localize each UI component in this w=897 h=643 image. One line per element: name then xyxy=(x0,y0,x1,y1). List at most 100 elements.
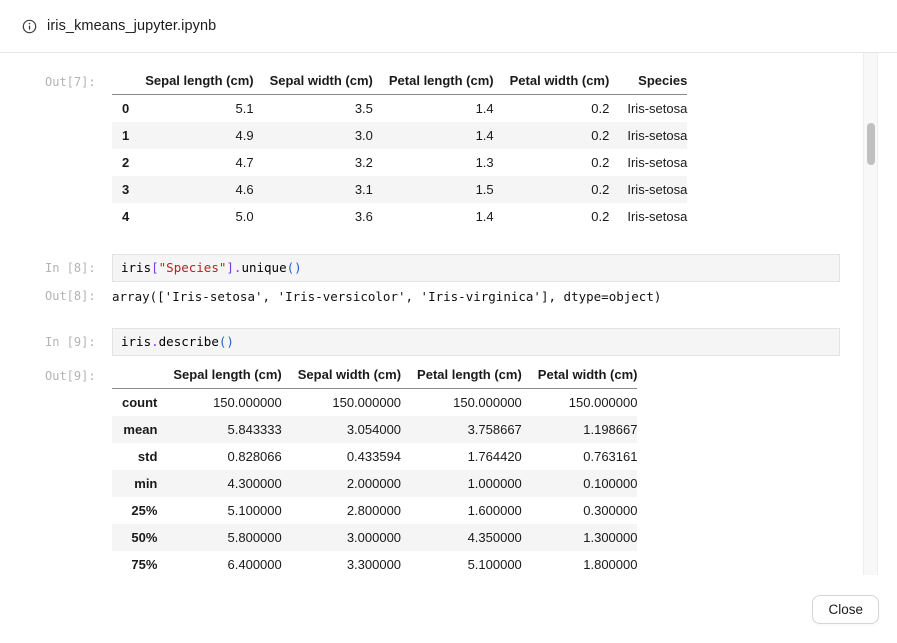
dialog-title: iris_kmeans_jupyter.ipynb xyxy=(47,18,216,34)
column-header: Sepal width (cm) xyxy=(282,362,401,389)
table-header-row: Sepal length (cm)Sepal width (cm)Petal l… xyxy=(112,68,687,95)
table-cell: 4.6 xyxy=(129,176,253,203)
row-index: 50% xyxy=(112,524,157,551)
table-cell: 0.2 xyxy=(494,95,610,123)
table-cell: 0.433594 xyxy=(282,443,401,470)
output-cell-9: Out[9]: Sepal length (cm)Sepal width (cm… xyxy=(45,362,897,575)
code-token-plain: iris xyxy=(121,334,151,349)
table-cell: Iris-setosa xyxy=(609,95,687,123)
table-cell: 2.000000 xyxy=(282,470,401,497)
row-index: count xyxy=(112,389,157,417)
table-cell: 0.828066 xyxy=(157,443,281,470)
code-input: iris.describe() xyxy=(112,328,840,356)
table-cell: 4.7 xyxy=(129,149,253,176)
table-row: 45.03.61.40.2Iris-setosa xyxy=(112,203,687,230)
table-cell: 1.4 xyxy=(373,122,494,149)
code-cell-8: In [8]: iris["Species"].unique() xyxy=(45,254,897,282)
column-header: Sepal width (cm) xyxy=(254,68,373,95)
table-cell: 3.6 xyxy=(254,203,373,230)
table-header-row: Sepal length (cm)Sepal width (cm)Petal l… xyxy=(112,362,637,389)
table-cell: 0.300000 xyxy=(522,497,638,524)
table-row: count150.000000150.000000150.000000150.0… xyxy=(112,389,637,417)
table-cell: 150.000000 xyxy=(522,389,638,417)
row-index: 0 xyxy=(112,95,129,123)
table-cell: 1.800000 xyxy=(522,551,638,575)
table-cell: 1.198667 xyxy=(522,416,638,443)
table-row: 34.63.11.50.2Iris-setosa xyxy=(112,176,687,203)
table-cell: 3.0 xyxy=(254,122,373,149)
table-cell: 5.0 xyxy=(129,203,253,230)
table-cell: 5.800000 xyxy=(157,524,281,551)
table-cell: 4.350000 xyxy=(401,524,522,551)
code-token-operator: . xyxy=(151,334,159,349)
code-token-bracket: [ xyxy=(151,260,159,275)
table-cell: 1.4 xyxy=(373,203,494,230)
dialog-header: iris_kmeans_jupyter.ipynb xyxy=(0,0,897,53)
table-cell: Iris-setosa xyxy=(609,122,687,149)
table-cell: 1.3 xyxy=(373,149,494,176)
table-cell: Iris-setosa xyxy=(609,149,687,176)
table-cell: 3.1 xyxy=(254,176,373,203)
table-cell: 5.100000 xyxy=(401,551,522,575)
code-token-plain: iris xyxy=(121,260,151,275)
close-button[interactable]: Close xyxy=(812,595,879,624)
code-token-plain: describe xyxy=(159,334,219,349)
dataframe-head-table: Sepal length (cm)Sepal width (cm)Petal l… xyxy=(112,68,687,230)
column-header: Petal width (cm) xyxy=(494,68,610,95)
table-cell: 150.000000 xyxy=(157,389,281,417)
dialog-footer: Close xyxy=(0,575,897,643)
table-cell: 3.2 xyxy=(254,149,373,176)
array-output-text: array(['Iris-setosa', 'Iris-versicolor',… xyxy=(112,288,661,305)
table-cell: 150.000000 xyxy=(401,389,522,417)
table-row: 25%5.1000002.8000001.6000000.300000 xyxy=(112,497,637,524)
table-row: 05.13.51.40.2Iris-setosa xyxy=(112,95,687,123)
table-cell: 0.763161 xyxy=(522,443,638,470)
column-header: Petal width (cm) xyxy=(522,362,638,389)
output-prompt: Out[8]: xyxy=(45,288,112,303)
index-header xyxy=(112,68,129,95)
output-cell-7: Out[7]: Sepal length (cm)Sepal width (cm… xyxy=(45,68,897,230)
table-cell: 5.1 xyxy=(129,95,253,123)
column-header: Species xyxy=(609,68,687,95)
input-prompt: In [8]: xyxy=(45,254,112,275)
table-cell: Iris-setosa xyxy=(609,176,687,203)
table-cell: 0.2 xyxy=(494,176,610,203)
file-preview-dialog: iris_kmeans_jupyter.ipynb Out[7]: Sepal … xyxy=(0,0,897,643)
table-cell: 3.054000 xyxy=(282,416,401,443)
row-index: 75% xyxy=(112,551,157,575)
index-header xyxy=(112,362,157,389)
output-prompt: Out[9]: xyxy=(45,362,112,383)
vertical-scrollbar-track[interactable] xyxy=(863,53,878,575)
vertical-scrollbar-thumb[interactable] xyxy=(867,123,875,165)
code-token-paren: ) xyxy=(226,334,234,349)
table-cell: 3.5 xyxy=(254,95,373,123)
table-cell: 1.000000 xyxy=(401,470,522,497)
code-token-paren: ( xyxy=(287,260,295,275)
output-prompt: Out[7]: xyxy=(45,68,112,89)
notebook-preview: Out[7]: Sepal length (cm)Sepal width (cm… xyxy=(0,53,897,575)
row-index: std xyxy=(112,443,157,470)
table-cell: 5.843333 xyxy=(157,416,281,443)
table-cell: 6.400000 xyxy=(157,551,281,575)
table-row: 24.73.21.30.2Iris-setosa xyxy=(112,149,687,176)
table-cell: 0.2 xyxy=(494,149,610,176)
table-row: 75%6.4000003.3000005.1000001.800000 xyxy=(112,551,637,575)
table-cell: 2.800000 xyxy=(282,497,401,524)
table-row: 50%5.8000003.0000004.3500001.300000 xyxy=(112,524,637,551)
table-cell: 0.100000 xyxy=(522,470,638,497)
table-row: mean5.8433333.0540003.7586671.198667 xyxy=(112,416,637,443)
table-row: min4.3000002.0000001.0000000.100000 xyxy=(112,470,637,497)
table-row: 14.93.01.40.2Iris-setosa xyxy=(112,122,687,149)
table-cell: 0.2 xyxy=(494,203,610,230)
row-index: mean xyxy=(112,416,157,443)
column-header: Petal length (cm) xyxy=(373,68,494,95)
code-cell-9: In [9]: iris.describe() xyxy=(45,328,897,356)
table-cell: 150.000000 xyxy=(282,389,401,417)
table-cell: Iris-setosa xyxy=(609,203,687,230)
table-cell: 1.4 xyxy=(373,95,494,123)
code-token-bracket: ] xyxy=(226,260,234,275)
table-cell: 0.2 xyxy=(494,122,610,149)
output-cell-8: Out[8]: array(['Iris-setosa', 'Iris-vers… xyxy=(45,288,897,305)
input-prompt: In [9]: xyxy=(45,328,112,349)
code-input: iris["Species"].unique() xyxy=(112,254,840,282)
